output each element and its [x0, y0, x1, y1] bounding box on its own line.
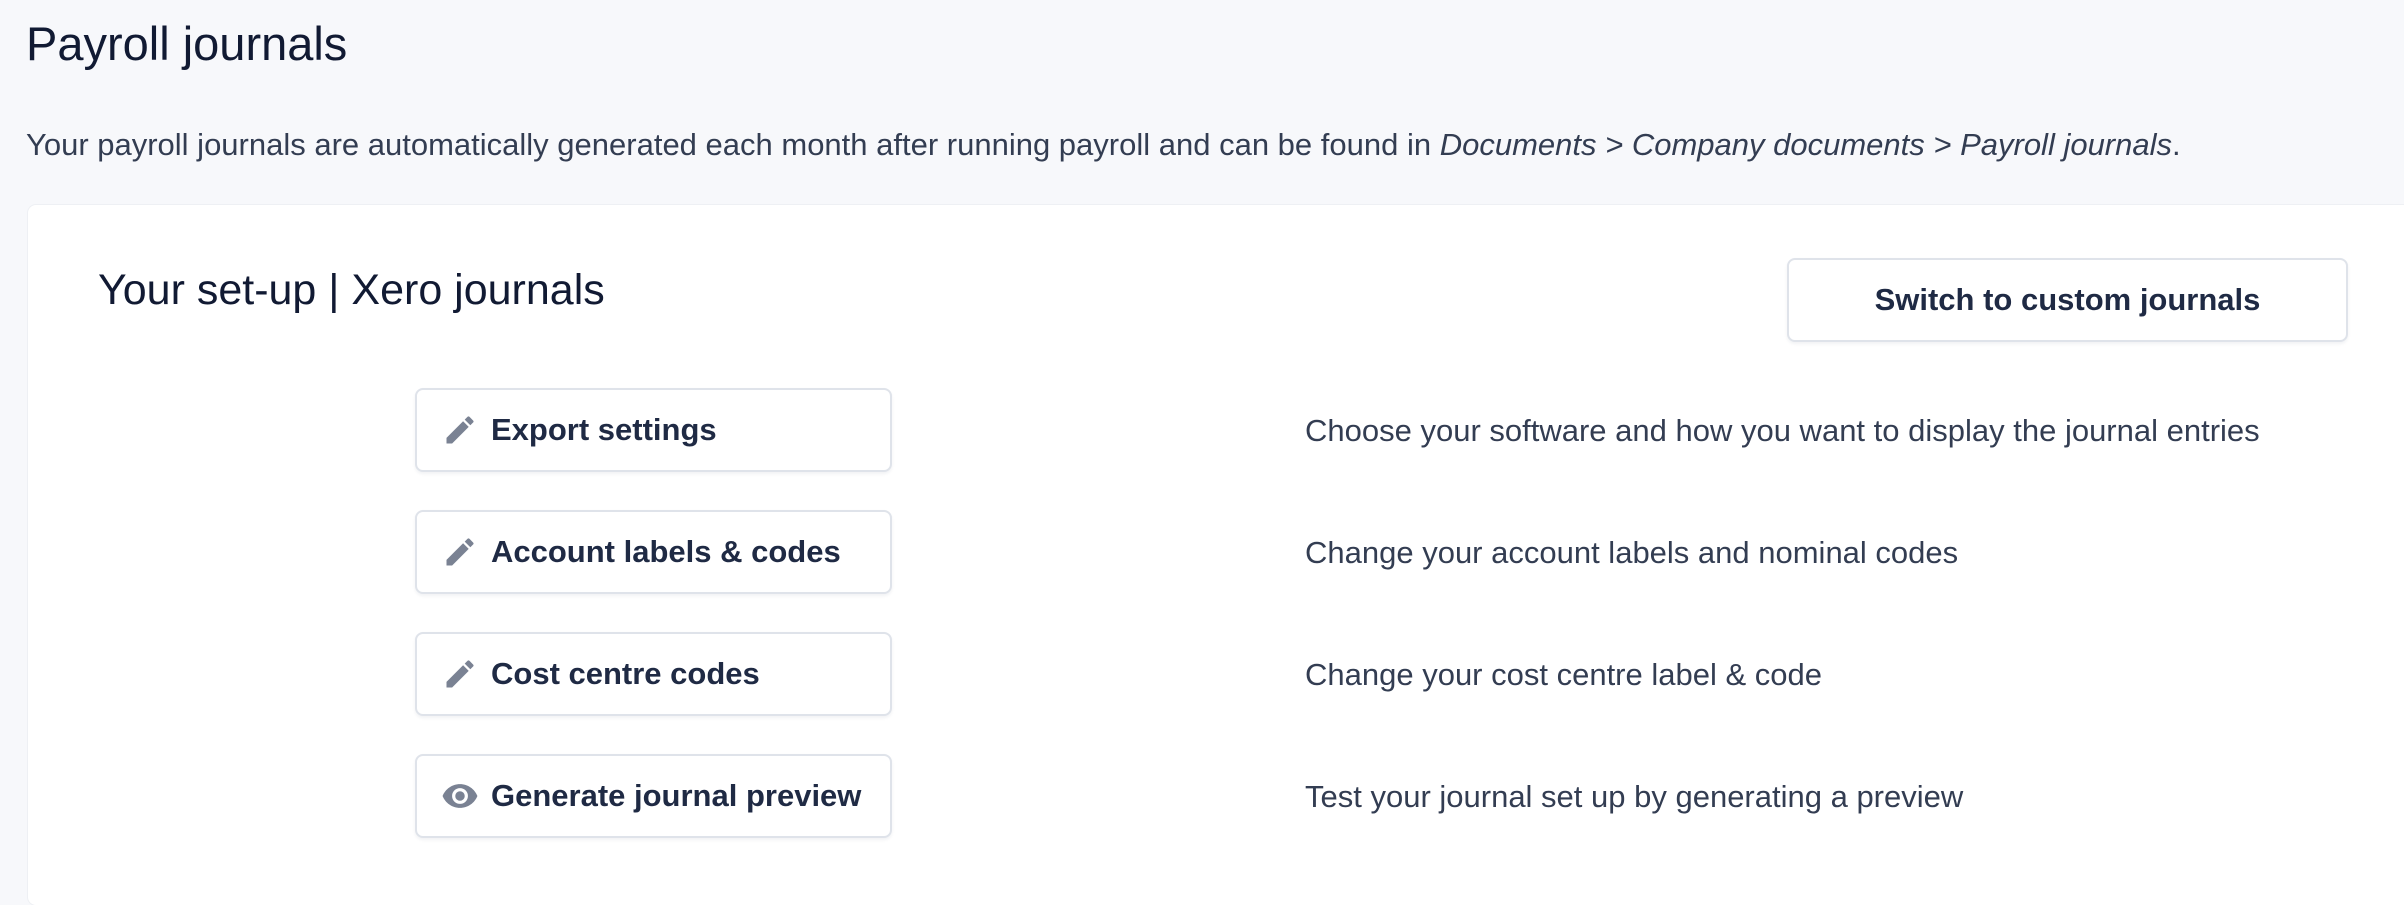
eye-icon	[441, 777, 479, 815]
page-title: Payroll journals	[26, 17, 348, 70]
export-settings-description: Choose your software and how you want to…	[1305, 413, 2260, 448]
cost-centre-codes-description: Change your cost centre label & code	[1305, 657, 1822, 692]
export-settings-button[interactable]: Export settings	[415, 388, 892, 472]
pencil-icon	[441, 533, 479, 571]
intro-end: .	[2172, 127, 2181, 162]
setup-title: Your set-up | Xero journals	[98, 266, 605, 314]
pencil-icon	[441, 411, 479, 449]
generate-journal-preview-label: Generate journal preview	[491, 778, 862, 813]
cost-centre-codes-button[interactable]: Cost centre codes	[415, 632, 892, 716]
export-settings-label: Export settings	[491, 412, 717, 447]
cost-centre-codes-label: Cost centre codes	[491, 656, 760, 691]
account-labels-codes-label: Account labels & codes	[491, 534, 841, 569]
intro-main: Your payroll journals are automatically …	[26, 127, 1440, 162]
pencil-icon	[441, 655, 479, 693]
account-labels-codes-description: Change your account labels and nominal c…	[1305, 535, 1959, 570]
switch-to-custom-journals-button[interactable]: Switch to custom journals	[1787, 258, 2348, 342]
intro-text: Your payroll journals are automatically …	[26, 124, 2181, 166]
intro-path: Documents > Company documents > Payroll …	[1439, 127, 2173, 162]
account-labels-codes-button[interactable]: Account labels & codes	[415, 510, 892, 594]
generate-journal-preview-description: Test your journal set up by generating a…	[1305, 779, 1964, 814]
generate-journal-preview-button[interactable]: Generate journal preview	[415, 754, 892, 838]
